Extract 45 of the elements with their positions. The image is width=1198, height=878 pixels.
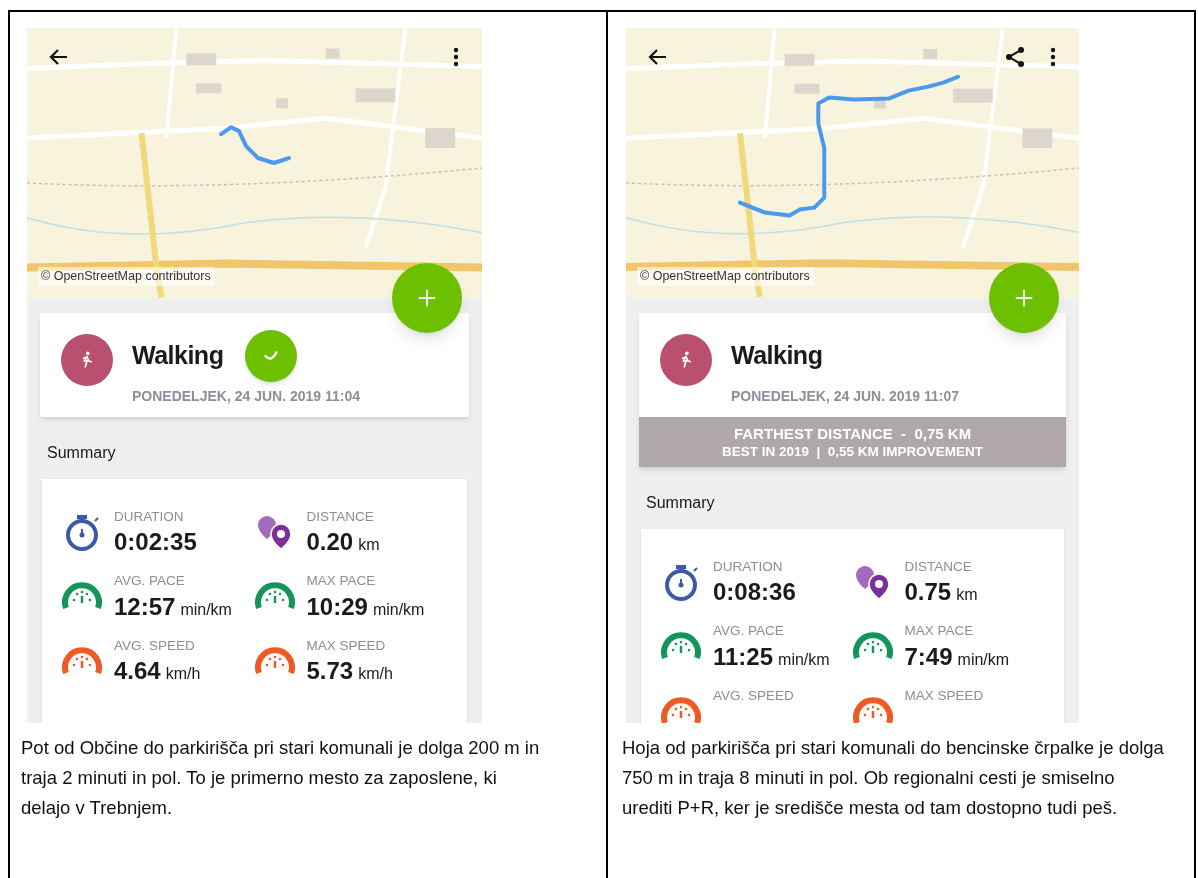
stat-unit: min/km [957,649,1010,670]
stat-value: 0.75 [904,577,952,608]
stat-label: DURATION [114,508,185,526]
share-icon[interactable] [1003,45,1027,69]
stat-label: DURATION [713,558,784,576]
activity-date: PONEDELJEK, 24 JUN. 2019 11:04 [132,387,360,406]
stat-value: 4.64 [114,655,161,686]
stat-label: AVG. SPEED [713,686,794,705]
section-heading: Summary [646,493,716,513]
stat-value: 0.20 [306,527,354,558]
stat-value: 5.73 [306,655,354,686]
section-heading: Summary [47,443,117,463]
stat-unit: km [358,535,380,556]
activity-title: Walking [731,340,823,372]
map-attribution: © OpenStreetMap contributors [38,267,214,286]
stat-label: DISTANCE [904,558,973,576]
activity-title: Walking [132,340,224,372]
stat-value: 0:02:35 [114,527,197,558]
stat-value: 12:57 [114,591,176,622]
stat-unit: min/km [180,599,232,620]
stat-label: MAX PACE [306,572,377,591]
stat-label: MAX PACE [904,622,975,641]
stat-label: AVG. SPEED [114,636,196,655]
achievement-title: FARTHEST DISTANCE - 0,75 KM [733,424,972,443]
stat-label: MAX SPEED [306,636,387,655]
achievement-subtitle: BEST IN 2019 | 0,55 KM IMPROVEMENT [721,443,984,460]
caption-text: Pot od Občine do parkirišča pri stari komunali je dolga 200 m in traja 2 minuti in pol. To je primerno mesto za zaposlene, ki delajo v Trebnjem. [21,736,541,820]
caption-text: Hoja od parkirišča pri stari komunali do bencinske črpalke je dolga 750 m in traja 8 minuti in pol. Ob regionalni cesti je smiselno urediti P+R, ker je središče mesta od tam dostopno tudi peš. [622,736,1165,820]
stat-label: AVG. PACE [713,622,785,641]
stat-unit: min/km [778,649,830,670]
stat-value: 11:25 [713,641,774,672]
plus-icon [416,287,438,309]
stat-unit: km/h [358,663,393,684]
activity-date: PONEDELJEK, 24 JUN. 2019 11:07 [731,387,959,406]
stat-unit: km [956,585,978,606]
stat-label: DISTANCE [306,508,375,526]
stat-unit: min/km [372,599,425,620]
plus-icon [1013,287,1035,309]
stat-label: AVG. PACE [114,572,186,591]
stat-value: 0:08:36 [713,577,796,608]
stat-label: MAX SPEED [904,686,984,705]
stat-value: 10:29 [306,591,368,622]
map-attribution: © OpenStreetMap contributors [637,267,813,286]
stat-unit: km/h [165,663,201,684]
stat-value: 7:49 [904,641,953,672]
